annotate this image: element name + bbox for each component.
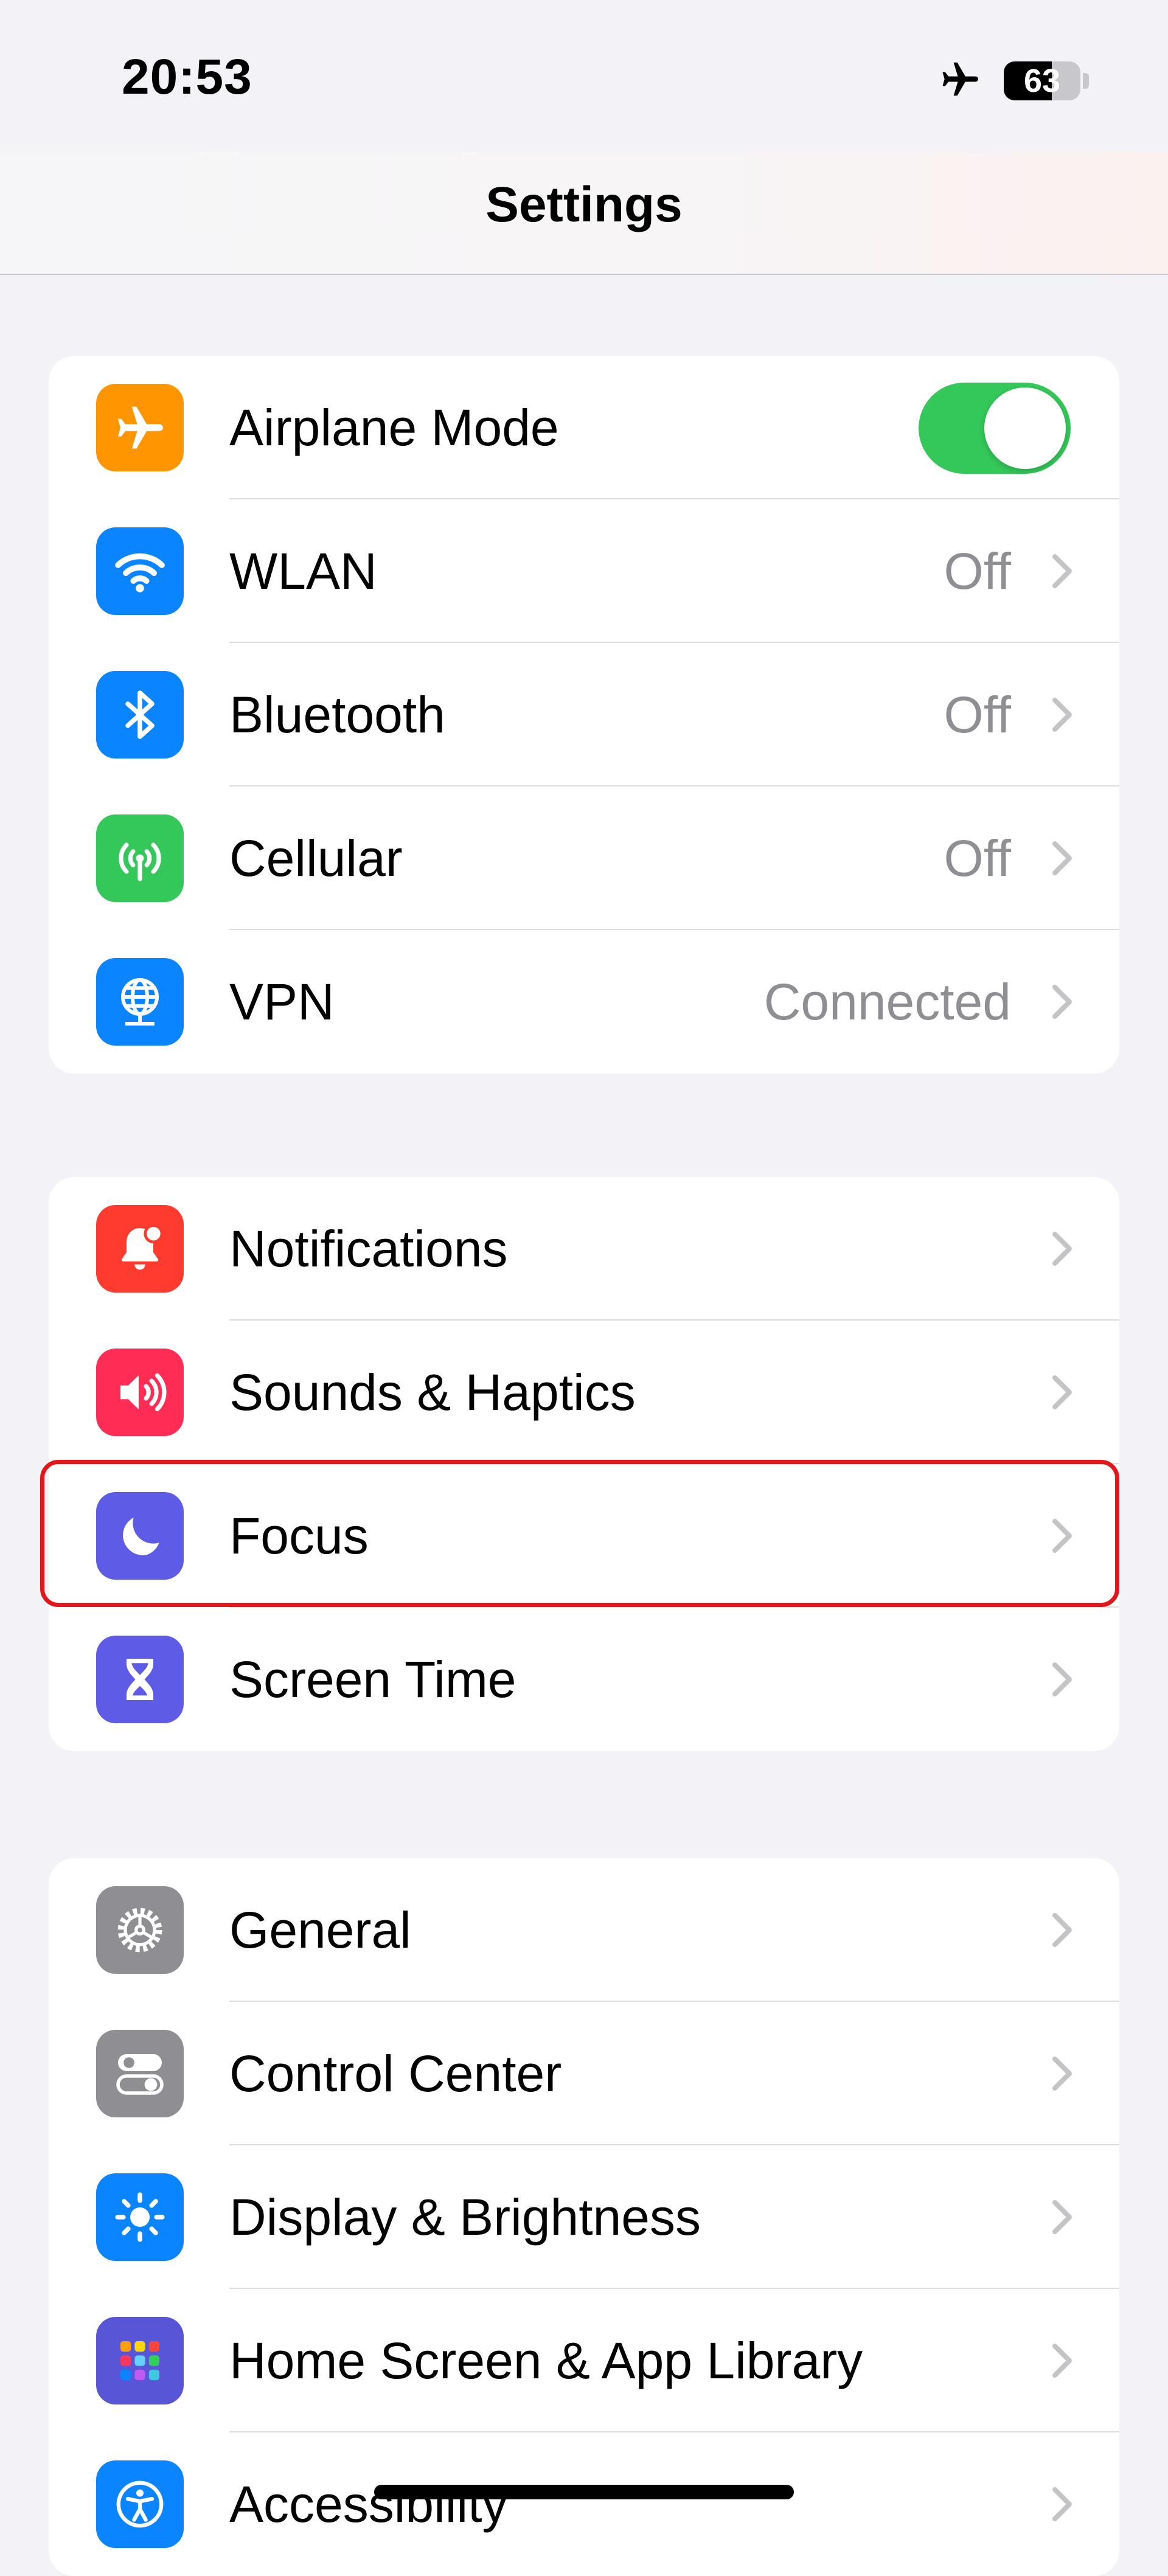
- settings-row-general[interactable]: General: [49, 1858, 1119, 2002]
- settings-row-label: Home Screen & App Library: [229, 2331, 863, 2389]
- settings-row-control-center[interactable]: Control Center: [49, 2002, 1119, 2145]
- settings-row-label: VPN: [229, 973, 335, 1030]
- settings-row-screen-time[interactable]: Screen Time: [49, 1608, 1119, 1751]
- moon-icon: [96, 1492, 184, 1580]
- settings-row-airplane-mode[interactable]: Airplane Mode: [49, 356, 1119, 499]
- wifi-icon: [96, 527, 184, 615]
- chevron-right-icon: [1050, 1911, 1074, 1949]
- chevron-right-icon: [1050, 2198, 1074, 2237]
- hourglass-icon: [96, 1636, 184, 1723]
- settings-row-value: Off: [944, 686, 1012, 743]
- chevron-right-icon: [1050, 1516, 1074, 1555]
- settings-row-home-screen-and-app-library[interactable]: Home Screen & App Library: [49, 2289, 1119, 2432]
- settings-row-display-and-brightness[interactable]: Display & Brightness: [49, 2145, 1119, 2289]
- settings-row-value: Off: [944, 829, 1012, 887]
- settings-row-label: Display & Brightness: [229, 2188, 701, 2246]
- settings-row-vpn[interactable]: VPN Connected: [49, 930, 1119, 1074]
- settings-row-value: Connected: [763, 973, 1011, 1030]
- battery-percent: 63: [1023, 62, 1061, 99]
- settings-row-accessibility[interactable]: Accessibility: [49, 2432, 1119, 2576]
- settings-group-2: Notifications Sounds & Haptics Focus Screen…: [49, 1177, 1119, 1751]
- settings-row-value: Off: [944, 542, 1012, 600]
- battery-indicator: 63: [1004, 61, 1080, 100]
- settings-row-wlan[interactable]: WLAN Off: [49, 499, 1119, 643]
- chevron-right-icon: [1050, 1373, 1074, 1412]
- settings-row-notifications[interactable]: Notifications: [49, 1177, 1119, 1321]
- settings-row-label: Cellular: [229, 829, 403, 887]
- bluetooth-icon: [96, 671, 184, 759]
- chevron-right-icon: [1050, 2341, 1074, 2380]
- settings-row-label: Focus: [229, 1507, 369, 1564]
- status-time: 20:53: [122, 49, 252, 105]
- battery-cap: [1083, 72, 1089, 89]
- settings-row-label: Sounds & Haptics: [229, 1363, 636, 1421]
- settings-row-label: General: [229, 1901, 411, 1959]
- accessibility-icon: [96, 2460, 184, 2548]
- chevron-right-icon: [1050, 2485, 1074, 2524]
- status-bar: 20:53 63: [0, 0, 1168, 152]
- chevron-right-icon: [1050, 2054, 1074, 2093]
- chevron-right-icon: [1050, 1229, 1074, 1268]
- bell-icon: [96, 1205, 184, 1293]
- settings-row-focus[interactable]: Focus: [49, 1464, 1119, 1608]
- home-indicator: [374, 2485, 794, 2499]
- settings-row-sounds-and-haptics[interactable]: Sounds & Haptics: [49, 1321, 1119, 1464]
- chevron-right-icon: [1050, 695, 1074, 734]
- settings-row-label: Notifications: [229, 1220, 508, 1277]
- settings-row-label: WLAN: [229, 542, 377, 600]
- speaker-icon: [96, 1349, 184, 1436]
- settings-group-3: General Control Center Display & Brightnes…: [49, 1858, 1119, 2576]
- settings-row-label: Bluetooth: [229, 686, 445, 743]
- settings-group-1: Airplane Mode WLAN Off Bluetooth Off Cellular…: [49, 356, 1119, 1074]
- nav-bar: Settings: [0, 152, 1168, 275]
- globe-icon: [96, 958, 184, 1046]
- antenna-icon: [96, 814, 184, 902]
- app-grid-icon: [96, 2317, 184, 2404]
- page-title: Settings: [485, 177, 683, 232]
- chevron-right-icon: [1050, 1660, 1074, 1699]
- settings-row-label: Accessibility: [229, 2475, 508, 2533]
- chevron-right-icon: [1050, 982, 1074, 1021]
- settings-row-label: Screen Time: [229, 1650, 516, 1708]
- settings-row-label: Airplane Mode: [229, 398, 559, 456]
- chevron-right-icon: [1050, 839, 1074, 878]
- airplane-icon: [934, 56, 985, 105]
- airplane-mode-toggle[interactable]: [919, 383, 1071, 474]
- settings-row-bluetooth[interactable]: Bluetooth Off: [49, 643, 1119, 786]
- chevron-right-icon: [1050, 552, 1074, 591]
- settings-row-label: Control Center: [229, 2044, 562, 2102]
- gear-icon: [96, 1886, 184, 1974]
- sun-icon: [96, 2173, 184, 2261]
- settings-row-cellular[interactable]: Cellular Off: [49, 786, 1119, 930]
- switches-icon: [96, 2030, 184, 2117]
- toggle-knob: [984, 387, 1066, 469]
- status-right: 63: [934, 56, 1089, 105]
- airplane-icon: [96, 384, 184, 471]
